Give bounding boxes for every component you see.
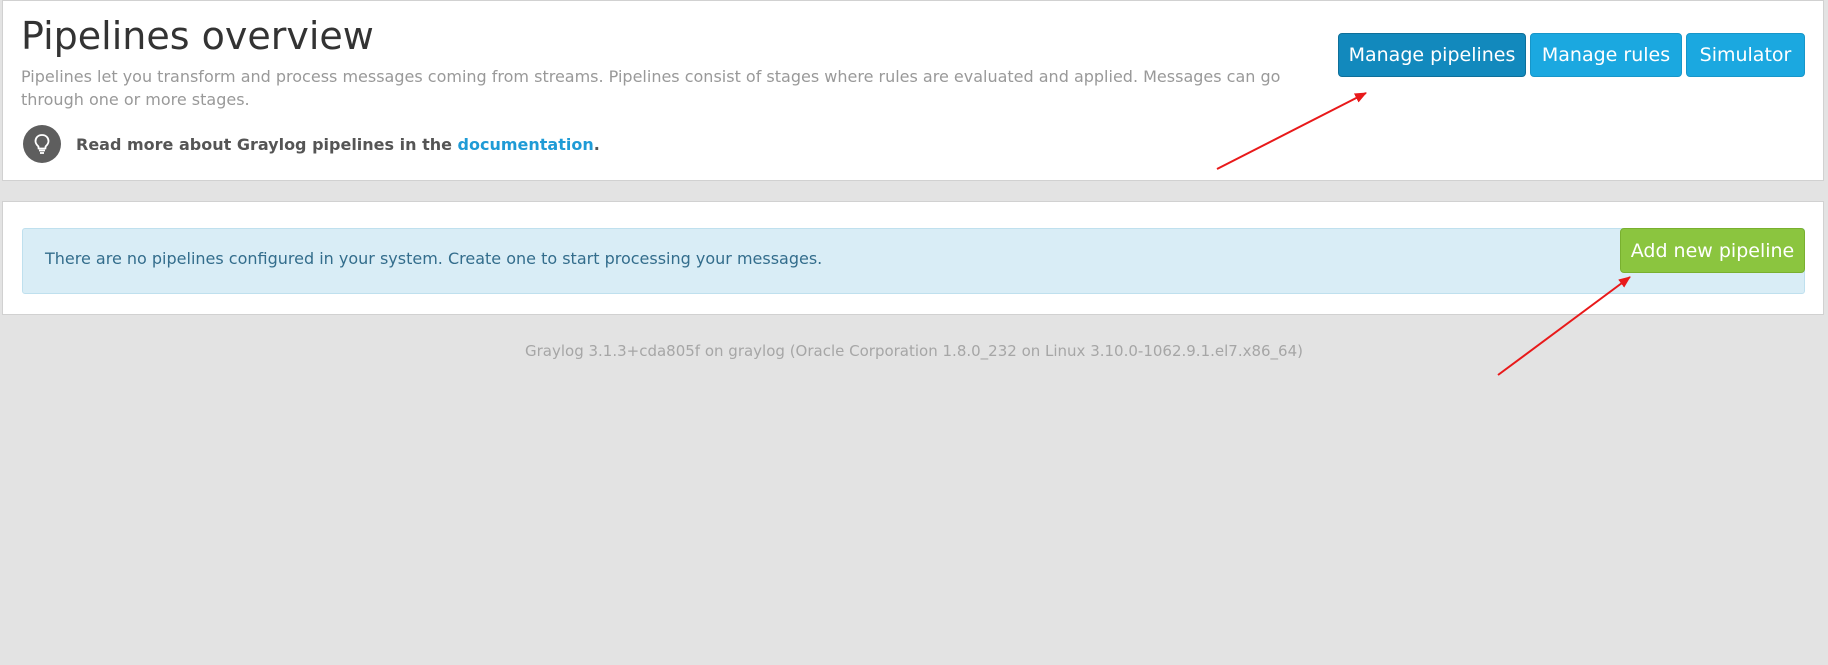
- page-title: Pipelines overview: [21, 14, 374, 58]
- manage-rules-button[interactable]: Manage rules: [1530, 33, 1682, 77]
- manage-pipelines-button[interactable]: Manage pipelines: [1338, 33, 1526, 77]
- add-new-pipeline-button[interactable]: Add new pipeline: [1620, 228, 1805, 273]
- footer-version: Graylog 3.1.3+cda805f on graylog (Oracle…: [524, 342, 1303, 360]
- lightbulb-icon: [23, 125, 61, 163]
- documentation-suffix: .: [593, 134, 600, 154]
- documentation-text: Read more about Graylog pipelines in the…: [76, 135, 600, 154]
- documentation-link[interactable]: documentation: [458, 135, 594, 154]
- no-pipelines-message: There are no pipelines configured in you…: [45, 249, 823, 268]
- page-description: Pipelines let you transform and process …: [21, 67, 1281, 109]
- no-pipelines-alert: There are no pipelines configured in you…: [22, 228, 1805, 294]
- simulator-button[interactable]: Simulator: [1686, 33, 1805, 77]
- documentation-prefix: Read more about Graylog pipelines in the: [76, 134, 458, 154]
- documentation-hint: Read more about Graylog pipelines in the…: [23, 125, 600, 163]
